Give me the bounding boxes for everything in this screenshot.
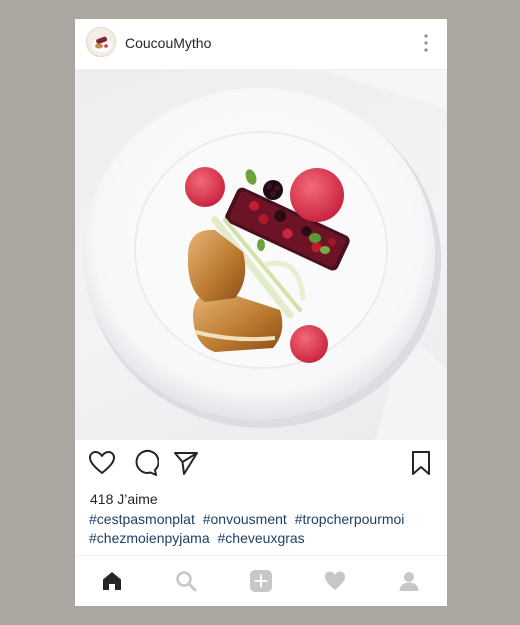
post-header: CoucouMytho bbox=[75, 19, 447, 70]
bottom-nav bbox=[75, 555, 447, 606]
add-icon[interactable] bbox=[249, 569, 273, 593]
hashtag-link[interactable]: #onvousment bbox=[203, 511, 287, 527]
post-card: CoucouMytho 418 J’aime #cestpasmonplat #… bbox=[75, 19, 447, 606]
avatar[interactable] bbox=[86, 27, 116, 57]
hashtags: #cestpasmonplat #onvousment #tropcherpou… bbox=[89, 510, 439, 548]
hashtag-link[interactable]: #cestpasmonplat bbox=[89, 511, 195, 527]
hashtag-link[interactable]: #chezmoienpyjama bbox=[89, 530, 210, 546]
username[interactable]: CoucouMytho bbox=[125, 35, 211, 51]
post-photo[interactable] bbox=[75, 70, 447, 440]
more-vertical-icon[interactable] bbox=[423, 33, 429, 53]
profile-icon[interactable] bbox=[397, 569, 421, 593]
post-actions bbox=[75, 449, 447, 481]
likes-count[interactable]: 418 J’aime bbox=[90, 491, 158, 507]
home-icon[interactable] bbox=[100, 569, 124, 593]
avatar-dish-image bbox=[92, 36, 112, 52]
plated-dish-image bbox=[83, 70, 447, 440]
send-icon[interactable] bbox=[172, 449, 200, 477]
search-icon[interactable] bbox=[174, 569, 198, 593]
heart-icon[interactable] bbox=[323, 569, 347, 593]
hashtag-link[interactable]: #tropcherpourmoi bbox=[295, 511, 405, 527]
bookmark-icon[interactable] bbox=[407, 449, 435, 477]
hashtag-link[interactable]: #cheveuxgras bbox=[218, 530, 305, 546]
comment-icon[interactable] bbox=[131, 449, 159, 477]
heart-outline-icon[interactable] bbox=[88, 449, 116, 477]
